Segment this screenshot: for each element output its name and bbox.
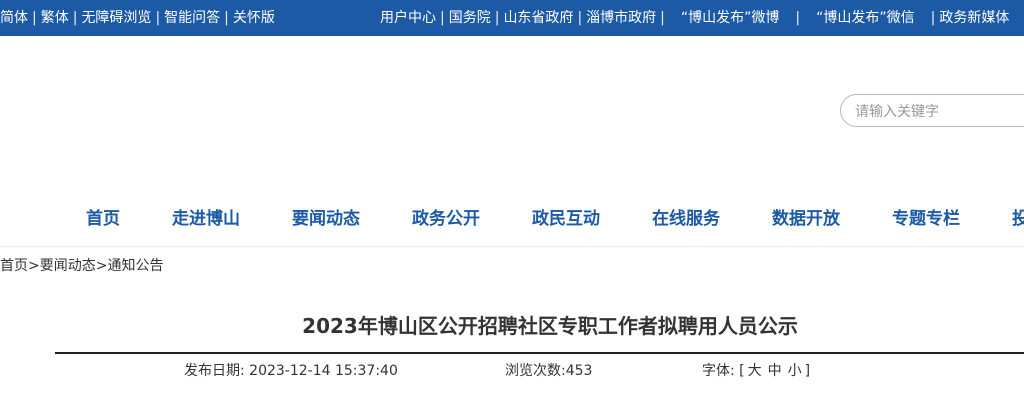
zibo-gov-link[interactable]: 淄博市政府 <box>586 10 656 26</box>
divider: | <box>440 10 445 26</box>
nav-item-special-topics[interactable]: 专题专栏 <box>892 198 960 240</box>
view-count: 浏览次数:453 <box>505 360 592 380</box>
wechat-link[interactable]: “博山发布”微信 <box>816 10 915 26</box>
view-count-label: 浏览次数: <box>505 363 566 379</box>
search-box <box>840 94 1024 127</box>
divider: | <box>577 10 583 26</box>
divider: | <box>930 10 936 26</box>
view-count-value: 453 <box>565 363 593 379</box>
font-size-label: 字体: <box>702 363 735 379</box>
nav-item-online-service[interactable]: 在线服务 <box>652 198 720 240</box>
simplified-link[interactable]: 简体 <box>0 10 28 26</box>
divider: | <box>494 10 500 26</box>
nav-item-interaction[interactable]: 政民互动 <box>532 198 600 240</box>
accessibility-link[interactable]: 无障碍浏览 <box>81 10 151 26</box>
breadcrumb-sep: > <box>95 258 108 274</box>
divider: | <box>32 10 37 26</box>
nav-item-invest[interactable]: 投资博山 <box>1012 198 1024 240</box>
new-media-link[interactable]: 政务新媒体 <box>939 10 1009 26</box>
state-council-link[interactable]: 国务院 <box>449 10 491 26</box>
font-size-control: 字体: [大中小] <box>702 360 810 380</box>
breadcrumb-notices[interactable]: 通知公告 <box>107 258 163 274</box>
article-title: 2023年博山区公开招聘社区专职工作者拟聘用人员公示 <box>302 314 798 338</box>
divider: | <box>660 10 665 26</box>
publish-date-value: 2023-12-14 15:37:40 <box>249 363 398 379</box>
publish-date-label: 发布日期: <box>184 363 245 379</box>
divider: | <box>155 10 161 26</box>
shandong-gov-link[interactable]: 山东省政府 <box>503 10 573 26</box>
breadcrumb-sep: > <box>28 258 40 274</box>
divider: | <box>224 10 229 26</box>
care-mode-link[interactable]: 关怀版 <box>233 10 275 26</box>
publish-date: 发布日期: 2023-12-14 15:37:40 <box>184 360 398 380</box>
nav-item-gov-affairs[interactable]: 政务公开 <box>412 198 480 240</box>
search-input[interactable] <box>853 100 1024 124</box>
breadcrumb: 首页>要闻动态>通知公告 <box>0 255 163 275</box>
smart-qa-link[interactable]: 智能问答 <box>164 10 220 26</box>
font-size-close-bracket: ] <box>804 363 811 379</box>
nav-item-open-data[interactable]: 数据开放 <box>772 198 840 240</box>
user-center-link[interactable]: 用户中心 <box>380 10 436 26</box>
nav-item-about[interactable]: 走进博山 <box>172 198 240 240</box>
font-medium-button[interactable]: 中 <box>768 363 782 379</box>
nav-item-home[interactable]: 首页 <box>86 198 120 240</box>
breadcrumb-home[interactable]: 首页 <box>0 258 28 274</box>
title-divider <box>55 352 1024 354</box>
breadcrumb-news[interactable]: 要闻动态 <box>40 258 96 274</box>
divider: | <box>72 10 78 26</box>
topbar-left-links: 简体 | 繁体 | 无障碍浏览 | 智能问答 | 关怀版 <box>0 0 275 36</box>
nav-divider <box>0 246 1024 247</box>
traditional-link[interactable]: 繁体 <box>41 10 69 26</box>
font-large-button[interactable]: 大 <box>748 363 762 379</box>
nav-item-news[interactable]: 要闻动态 <box>292 198 360 240</box>
font-small-button[interactable]: 小 <box>788 363 802 379</box>
main-nav: 首页 走进博山 要闻动态 政务公开 政民互动 在线服务 数据开放 专题专栏 投资博山 <box>0 198 1024 242</box>
topbar-right-links: 用户中心 | 国务院 | 山东省政府 | 淄博市政府 | “博山发布”微博 | “博山发布”微信 | 政… <box>380 0 1009 36</box>
weibo-link[interactable]: “博山发布”微博 <box>681 10 780 26</box>
font-size-open-bracket: [ <box>739 363 745 379</box>
divider: | <box>795 10 801 26</box>
top-bar: 简体 | 繁体 | 无障碍浏览 | 智能问答 | 关怀版 用户中心 | 国务院 | 山东省政府 | 淄博市政… <box>0 0 1024 36</box>
